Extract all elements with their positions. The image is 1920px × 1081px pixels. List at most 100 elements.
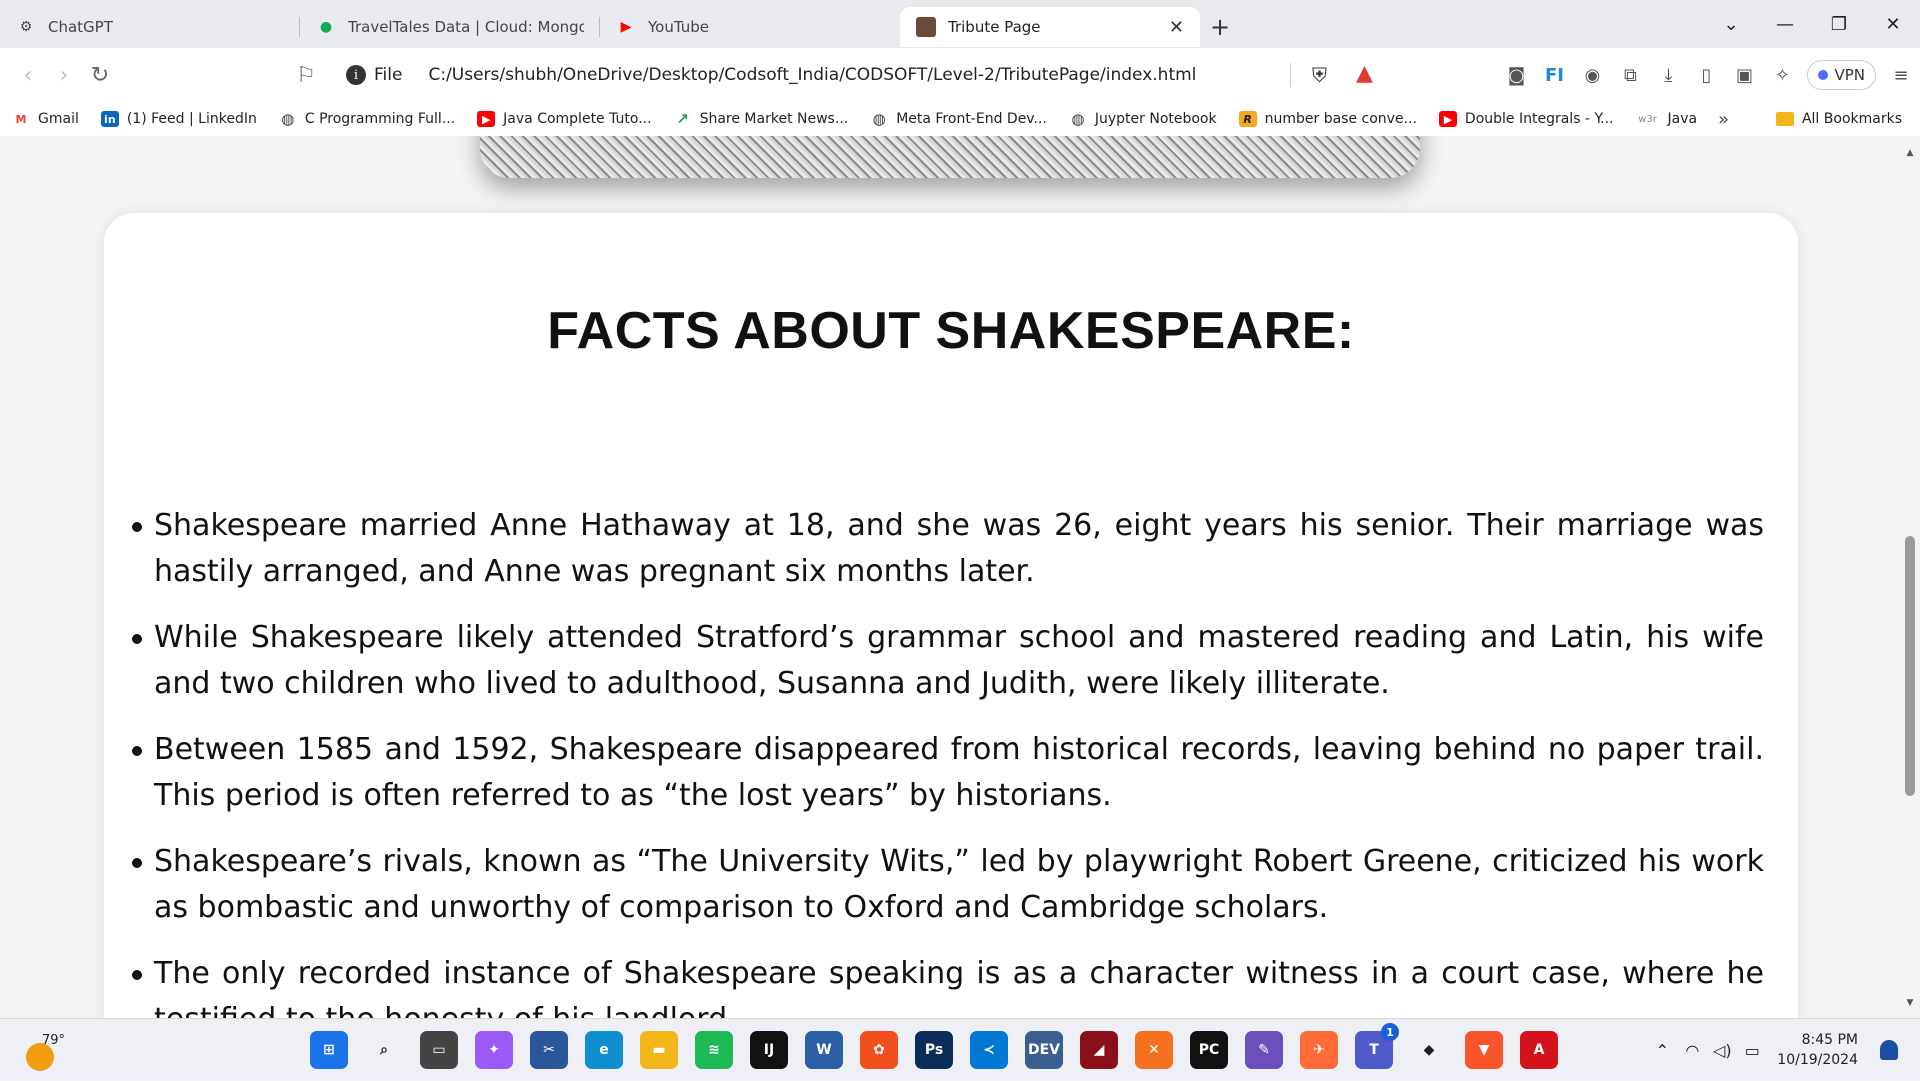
clock[interactable]: 8:45 PM 10/19/2024 bbox=[1777, 1030, 1858, 1070]
close-tab-icon[interactable]: ✕ bbox=[1169, 17, 1184, 38]
windows-start-icon[interactable]: ⊞ bbox=[310, 1031, 348, 1069]
new-tab-button[interactable]: + bbox=[1200, 7, 1240, 47]
intellij-icon[interactable]: IJ bbox=[750, 1031, 788, 1069]
chevron-up-icon[interactable]: ⌃ bbox=[1647, 1041, 1677, 1060]
scroll-up-icon[interactable]: ▲ bbox=[1900, 148, 1920, 164]
wifi-icon[interactable]: ◠ bbox=[1677, 1041, 1707, 1060]
youtube-icon: ▶ bbox=[477, 111, 496, 127]
facts-heading: FACTS ABOUT SHAKESPEARE: bbox=[547, 302, 1355, 360]
pycharm-icon[interactable]: PC bbox=[1190, 1031, 1228, 1069]
spotify-icon[interactable]: ≋ bbox=[695, 1031, 733, 1069]
teams-icon[interactable]: T1 bbox=[1355, 1023, 1399, 1069]
wallet-icon[interactable]: ▣ bbox=[1725, 56, 1763, 94]
acrobat-icon[interactable]: A bbox=[1520, 1031, 1558, 1069]
photoshop-icon[interactable]: Ps bbox=[915, 1031, 953, 1069]
wps-icon[interactable]: W bbox=[805, 1031, 843, 1069]
chart-icon: ↗ bbox=[676, 110, 689, 128]
snip-sketch-icon[interactable]: ✎ bbox=[1245, 1031, 1283, 1069]
toolbar-icons: ◙ FI ◉ ⧉ ⤓ ▯ ▣ ✧ VPN ≡ bbox=[1497, 48, 1920, 102]
bookmark-java[interactable]: w3r Java bbox=[1636, 111, 1697, 127]
vpn-button[interactable]: VPN bbox=[1807, 60, 1876, 90]
menu-icon[interactable]: ≡ bbox=[1882, 56, 1920, 94]
globe-icon: ◍ bbox=[872, 110, 886, 128]
file-explorer-icon[interactable]: ▬ bbox=[640, 1031, 678, 1069]
window-controls: ⌄ — ❐ ✕ bbox=[1704, 0, 1920, 48]
fact-item: Shakespeare’s rivals, known as “The Univ… bbox=[132, 839, 1764, 931]
all-bookmarks-button[interactable]: All Bookmarks bbox=[1775, 111, 1902, 127]
scrollbar-thumb[interactable] bbox=[1905, 536, 1915, 796]
bookmark-c-programming[interactable]: ◍ C Programming Full... bbox=[279, 110, 455, 128]
linkedin-icon: in bbox=[100, 111, 119, 127]
forward-button[interactable]: › bbox=[46, 57, 82, 93]
url-text: C:/Users/shubh/OneDrive/Desktop/Codsoft_… bbox=[428, 65, 1197, 85]
folder-icon bbox=[1775, 112, 1794, 126]
minimize-button[interactable]: — bbox=[1758, 0, 1812, 48]
brave-shields-icon[interactable]: ⛨ bbox=[1312, 63, 1327, 87]
extensions-icon[interactable]: ⧉ bbox=[1611, 56, 1649, 94]
tab-youtube[interactable]: ▶ YouTube bbox=[600, 7, 900, 47]
mongodb-compass-icon[interactable]: ◆ bbox=[1410, 1031, 1448, 1069]
close-window-button[interactable]: ✕ bbox=[1866, 0, 1920, 48]
facts-list: Shakespeare married Anne Hathaway at 18,… bbox=[132, 503, 1764, 1018]
extension-circle-icon[interactable]: ◉ bbox=[1573, 56, 1611, 94]
bookmark-jupyter[interactable]: ◍ Juypter Notebook bbox=[1069, 110, 1216, 128]
tab-tribute-page[interactable]: Tribute Page ✕ bbox=[900, 7, 1200, 47]
address-bar[interactable]: i File C:/Users/shubh/OneDrive/Desktop/C… bbox=[330, 55, 1390, 95]
mysql-workbench-icon[interactable]: ◢ bbox=[1080, 1031, 1118, 1069]
snipping-icon[interactable]: ✂ bbox=[530, 1031, 568, 1069]
weather-widget[interactable]: 79° bbox=[26, 1031, 66, 1071]
postman-icon[interactable]: ✈ bbox=[1300, 1031, 1338, 1069]
tab-mongodb[interactable]: ● TravelTales Data | Cloud: MongoDB C bbox=[300, 7, 600, 47]
back-button[interactable]: ‹ bbox=[10, 57, 46, 93]
mongodb-icon: ● bbox=[319, 19, 333, 35]
search-icon[interactable]: ⌕ bbox=[365, 1031, 403, 1069]
bookmark-double-integrals[interactable]: ▶ Double Integrals - Y... bbox=[1438, 111, 1614, 127]
dev-cpp-icon[interactable]: DEV bbox=[1025, 1031, 1063, 1069]
temperature: 79° bbox=[42, 1033, 66, 1048]
fact-item: The only recorded instance of Shakespear… bbox=[132, 951, 1764, 1018]
gmail-icon: M bbox=[15, 112, 27, 126]
volume-icon[interactable]: ◁) bbox=[1707, 1041, 1737, 1060]
copilot-icon[interactable]: ✦ bbox=[475, 1031, 513, 1069]
scroll-down-icon[interactable]: ▼ bbox=[1900, 998, 1920, 1014]
w3schools-icon: w3r bbox=[1638, 113, 1657, 125]
extension-robot-icon[interactable]: ◙ bbox=[1497, 56, 1535, 94]
page-scrollbar[interactable]: ▲ ▼ bbox=[1900, 136, 1920, 1018]
figma-icon[interactable]: ✿ bbox=[860, 1031, 898, 1069]
clock-time: 8:45 PM bbox=[1801, 1032, 1858, 1048]
reload-button[interactable]: ↻ bbox=[82, 57, 118, 93]
bookmark-gmail[interactable]: M Gmail bbox=[12, 111, 79, 127]
fact-item: Between 1585 and 1592, Shakespeare disap… bbox=[132, 727, 1764, 819]
bookmark-linkedin[interactable]: in (1) Feed | LinkedIn bbox=[100, 111, 257, 127]
tab-chatgpt[interactable]: ⚙ ChatGPT bbox=[0, 7, 300, 47]
brave-icon[interactable]: ▼ bbox=[1465, 1031, 1503, 1069]
clock-date: 10/19/2024 bbox=[1777, 1052, 1858, 1068]
tab-label: ChatGPT bbox=[48, 18, 113, 36]
edge-icon[interactable]: e bbox=[585, 1031, 623, 1069]
tab-search-icon[interactable]: ⌄ bbox=[1704, 0, 1758, 48]
url-scheme: File bbox=[374, 65, 403, 85]
bookmark-java-tutorial[interactable]: ▶ Java Complete Tuto... bbox=[477, 111, 652, 127]
sidebar-icon[interactable]: ▯ bbox=[1687, 56, 1725, 94]
task-view-icon[interactable]: ▭ bbox=[420, 1031, 458, 1069]
tab-label: Tribute Page bbox=[948, 18, 1041, 36]
leo-ai-icon[interactable]: ✧ bbox=[1763, 56, 1801, 94]
taskbar: 79° ⊞ ⌕ ▭ ✦ ✂ e ▬ ≋ IJ W ✿ Ps ≺ DEV ◢ ✕ PC ✎ ✈ T 1 ◆ ▼ A ⌃ ◠ ◁)… bbox=[0, 1018, 1920, 1080]
more-bookmarks-icon[interactable]: » bbox=[1718, 109, 1729, 130]
extension-fi-icon[interactable]: FI bbox=[1535, 56, 1573, 94]
bookmark-number-base[interactable]: Rnumber base conve... bbox=[1238, 111, 1417, 127]
brave-rewards-icon[interactable]: ▲ bbox=[1356, 61, 1373, 86]
restore-button[interactable]: ❐ bbox=[1812, 0, 1866, 48]
bookmark-meta-frontend[interactable]: ◍ Meta Front-End Dev... bbox=[870, 110, 1047, 128]
globe-icon: ◍ bbox=[281, 110, 295, 128]
fact-item: While Shakespeare likely attended Stratf… bbox=[132, 615, 1764, 707]
info-icon[interactable]: i bbox=[346, 65, 366, 85]
bookmark-share-market[interactable]: ↗ Share Market News... bbox=[674, 110, 848, 128]
notification-icon[interactable] bbox=[1880, 1040, 1898, 1060]
vscode-icon[interactable]: ≺ bbox=[970, 1031, 1008, 1069]
downloads-icon[interactable]: ⤓ bbox=[1649, 56, 1687, 94]
fact-item: Shakespeare married Anne Hathaway at 18,… bbox=[132, 503, 1764, 595]
xampp-icon[interactable]: ✕ bbox=[1135, 1031, 1173, 1069]
battery-icon[interactable]: ▭ bbox=[1737, 1041, 1767, 1060]
bookmark-icon[interactable]: ⚐ bbox=[288, 57, 324, 93]
